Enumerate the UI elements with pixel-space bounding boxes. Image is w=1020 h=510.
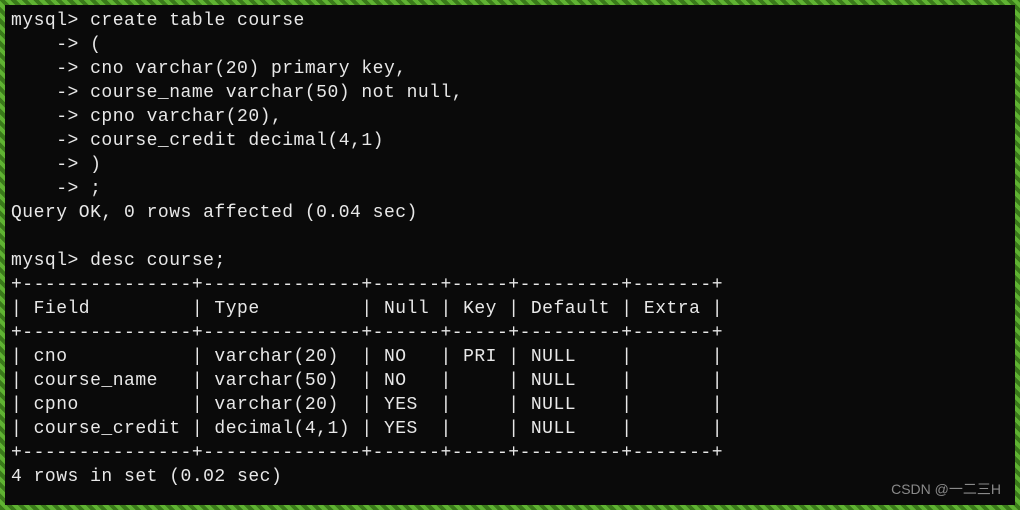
table-border-top: +---------------+--------------+------+-… [11,275,723,295]
table-border-bottom: +---------------+--------------+------+-… [11,443,723,463]
table-row: | course_name | varchar(50) | NO | | NUL… [11,371,723,391]
continuation: -> [11,83,79,103]
table-row: | cpno | varchar(20) | YES | | NULL | | [11,395,723,415]
create-line-1: create table course [90,11,305,31]
continuation: -> [11,155,79,175]
continuation: -> [11,131,79,151]
continuation: -> [11,107,79,127]
table-border-mid: +---------------+--------------+------+-… [11,323,723,343]
desc-command: desc course; [90,251,226,271]
table-row: | course_credit | decimal(4,1) | YES | |… [11,419,723,439]
table-row: | cno | varchar(20) | NO | PRI | NULL | … [11,347,723,367]
continuation: -> [11,59,79,79]
create-line-6: course_credit decimal(4,1) [90,131,384,151]
prompt: mysql> [11,11,79,31]
mysql-terminal[interactable]: mysql> create table course -> ( -> cno v… [5,5,1015,493]
continuation: -> [11,179,79,199]
create-line-8: ; [90,179,101,199]
watermark: CSDN @一二三H [891,479,1001,499]
prompt: mysql> [11,251,79,271]
create-line-4: course_name varchar(50) not null, [90,83,463,103]
query-ok-message: Query OK, 0 rows affected (0.04 sec) [11,203,418,223]
continuation: -> [11,35,79,55]
create-line-7: ) [90,155,101,175]
table-header: | Field | Type | Null | Key | Default | … [11,299,723,319]
rows-in-set-message: 4 rows in set (0.02 sec) [11,467,282,487]
create-line-5: cpno varchar(20), [90,107,282,127]
create-line-2: ( [90,35,101,55]
create-line-3: cno varchar(20) primary key, [90,59,406,79]
